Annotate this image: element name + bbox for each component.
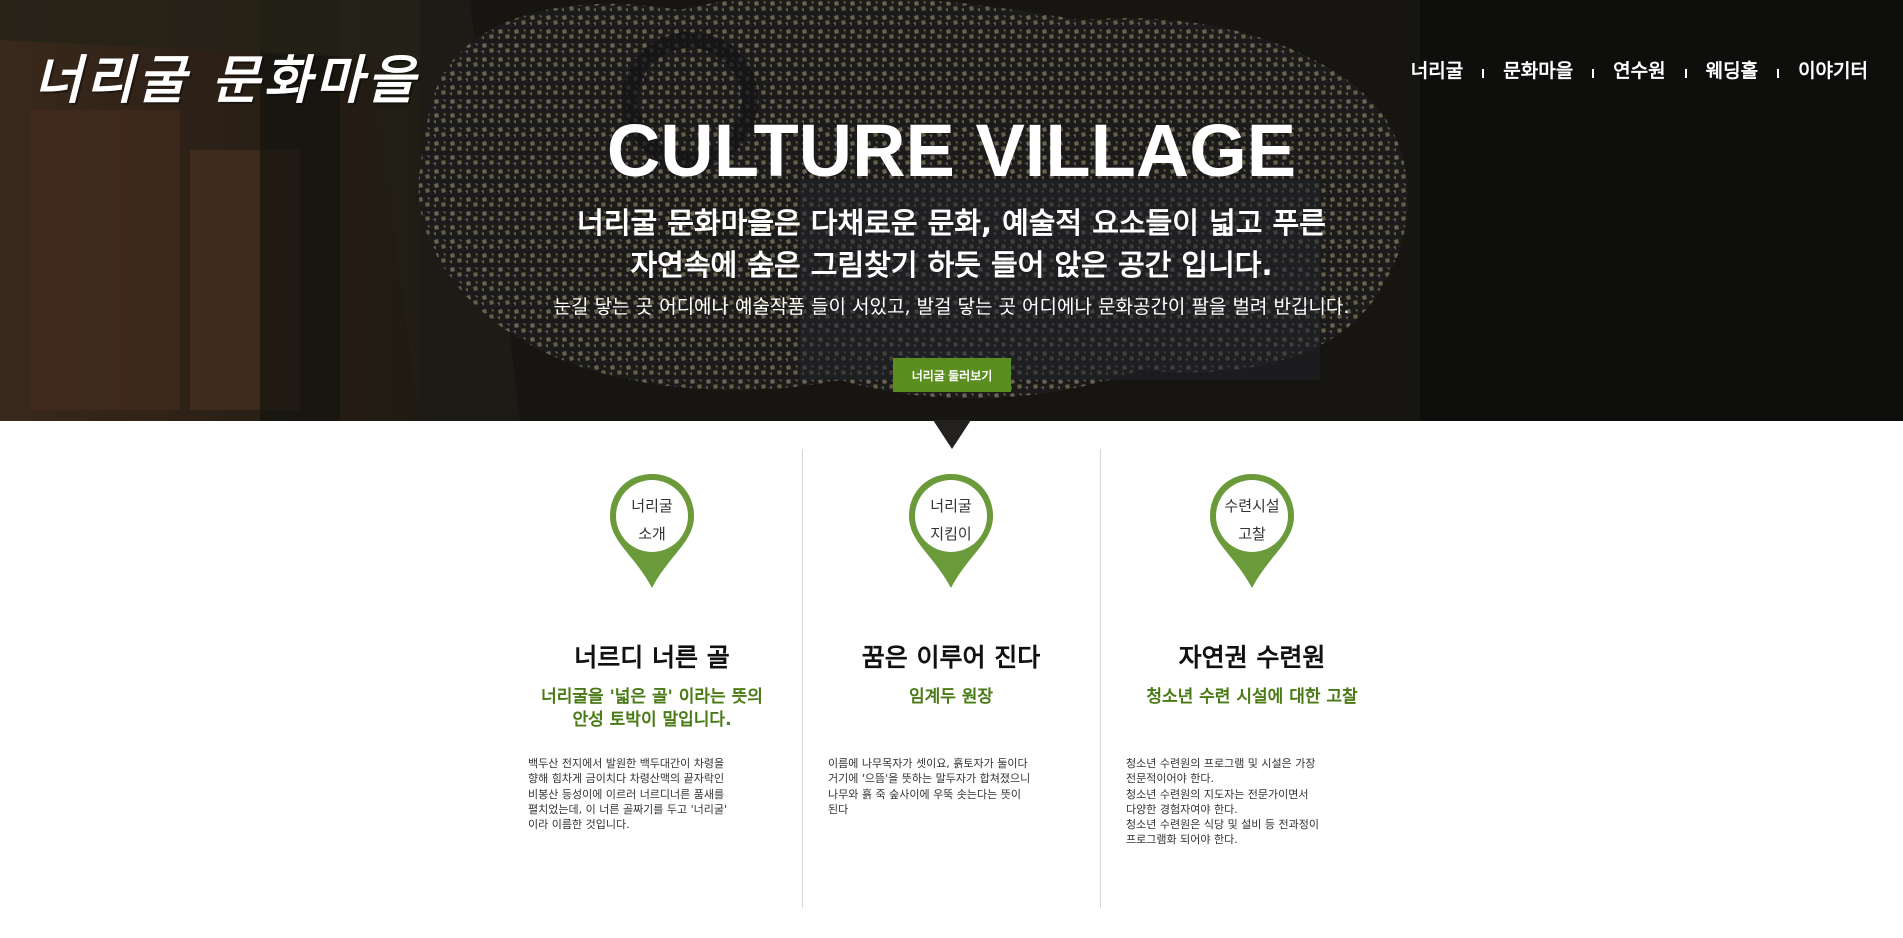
nav-separator — [1592, 69, 1595, 78]
column-subtitle: 임계두 원장 — [908, 687, 994, 707]
main-nav: 너리굴 문화마을 연수원 웨딩홀 이야기터 — [1411, 56, 1868, 83]
nav-separator — [1777, 69, 1780, 78]
nav-item-culture-village[interactable]: 문화마을 — [1503, 56, 1573, 83]
nav-separator — [1482, 69, 1485, 78]
hero-title: CULTURE VILLAGE — [606, 109, 1297, 192]
nav-item-wedding-hall[interactable]: 웨딩홀 — [1706, 56, 1758, 83]
hero-subtitle: 너리굴 문화마을은 다채로운 문화, 예술적 요소들이 넓고 푸른 자연속에 숨… — [0, 202, 1903, 286]
nav-item-story[interactable]: 이야기터 — [1798, 56, 1868, 83]
nav-separator — [1684, 69, 1687, 78]
explore-button[interactable]: 너리굴 둘러보기 — [893, 358, 1011, 392]
pin-label-line-2: 고찰 — [1238, 525, 1266, 543]
column-body: 청소년 수련원의 프로그램 및 시설은 가장 전문적이어야 한다. 청소년 수련… — [1126, 757, 1320, 847]
hero-subtitle-line-2: 자연속에 숨은 그림찾기 하듯 들어 앉은 공간 입니다. — [630, 248, 1273, 282]
column-divider — [802, 449, 803, 908]
pin-label-line-2: 지킴이 — [930, 525, 972, 543]
map-pin-icon[interactable]: 너리굴 지킴이 — [903, 470, 999, 596]
pin-label: 너리굴 지킴이 — [903, 492, 999, 548]
site-logo[interactable]: 너리굴 문화마을 — [34, 38, 419, 113]
map-pin-icon[interactable]: 너리굴 소개 — [604, 470, 700, 596]
column-subtitle: 너리굴을 '넓은 골' 이라는 뜻의 안성 토박이 말입니다. — [541, 687, 763, 730]
pin-label-line-1: 수련시설 — [1224, 497, 1280, 515]
hero-pointer-arrow — [933, 420, 971, 449]
column-subtitle: 청소년 수련 시설에 대한 고찰 — [1146, 687, 1358, 707]
nav-item-training-center[interactable]: 연수원 — [1613, 56, 1665, 83]
map-pin-icon[interactable]: 수련시설 고찰 — [1204, 470, 1300, 596]
column-title: 자연권 수련원 — [1178, 643, 1326, 672]
column-title: 꿈은 이루어 진다 — [861, 643, 1041, 672]
nav-item-neorigul[interactable]: 너리굴 — [1411, 56, 1463, 83]
hero-subtitle-line-1: 너리굴 문화마을은 다채로운 문화, 예술적 요소들이 넓고 푸른 — [577, 206, 1326, 240]
column-divider — [1100, 449, 1101, 908]
hero-banner: 너리굴 문화마을 너리굴 문화마을 연수원 웨딩홀 이야기터 CULTURE V… — [0, 0, 1903, 421]
column-body: 이름에 나무목자가 셋이요, 흙토자가 둘이다 거기에 '으뜸'을 뜻하는 말두… — [828, 757, 1031, 816]
pin-label-line-2: 소개 — [638, 525, 666, 543]
column-title: 너르디 너른 골 — [574, 643, 730, 672]
pin-label: 수련시설 고찰 — [1204, 492, 1300, 548]
column-body: 백두산 전지에서 발원한 백두대간이 차령을 향해 힘차게 금이치다 차령산맥의… — [528, 757, 728, 832]
pin-label-line-1: 너리굴 — [631, 497, 673, 515]
pin-label: 너리굴 소개 — [604, 492, 700, 548]
pin-label-line-1: 너리굴 — [930, 497, 972, 515]
hero-description: 눈길 닿는 곳 어디에나 예술작품 들이 서있고, 발걸 닿는 곳 어디에나 문… — [553, 296, 1350, 318]
